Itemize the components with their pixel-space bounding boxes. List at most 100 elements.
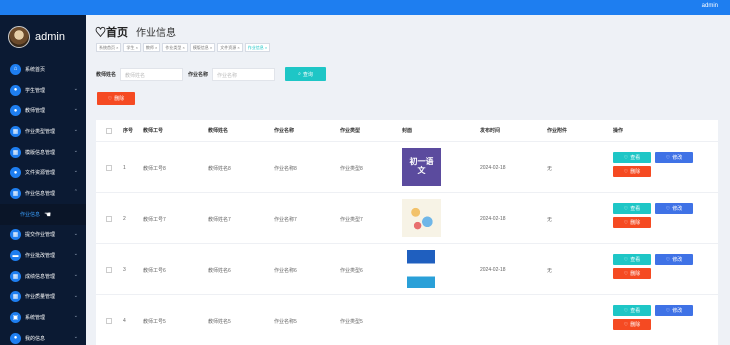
edit-button[interactable]: ♡ 修改 (655, 203, 693, 214)
delete-button[interactable]: ♡ 删除 (613, 217, 651, 228)
table-cell: 教师工号6 (143, 268, 166, 274)
sidebar-item[interactable]: ▦ 提交作业管理 ⌄ (0, 225, 86, 246)
sidebar-item[interactable]: ● 我的信息 ⌄ (0, 328, 86, 345)
sidebar-item[interactable]: ▦ 作业信息管理 ⌃ (0, 183, 86, 204)
view-button[interactable]: ♡ 查看 (613, 254, 651, 265)
edit-icon: ♡ (665, 307, 671, 314)
homework-name-input[interactable]: 作业名称 (212, 67, 276, 81)
brand-name: admin (35, 31, 65, 43)
cover-image[interactable] (402, 199, 441, 237)
sidebar-item[interactable]: ▦ 作业质量管理 ⌄ (0, 287, 86, 308)
sidebar-item[interactable]: ▦ 模版信息管理 ⌄ (0, 142, 86, 163)
select-all-checkbox[interactable] (106, 128, 112, 134)
avatar[interactable] (8, 26, 30, 48)
chevron-down-icon: ⌄ (73, 292, 78, 299)
breadcrumb-tab[interactable]: 系统首页 × (96, 43, 122, 52)
row-actions: ♡ 查看 ♡ 修改 ♡ 删除 (613, 203, 693, 228)
delete-icon: ♡ (107, 95, 113, 102)
row-actions: ♡ 查看 ♡ 修改 ♡ 删除 (613, 152, 693, 177)
table-cell: 作业类型6 (340, 268, 363, 274)
edit-icon: ♡ (665, 256, 671, 263)
grid-icon: ▦ (10, 291, 21, 303)
cover-image[interactable]: 初一语文 (402, 148, 441, 186)
row-actions: ♡ 查看 ♡ 修改 ♡ 删除 (613, 305, 693, 330)
table-cell: 作业名称7 (274, 217, 297, 223)
teacher-name-label: 教师姓名 (96, 71, 117, 78)
sidebar-item-label: 作业批改管理 (25, 253, 56, 260)
sidebar-item[interactable]: ▦ 作业类型管理 ⌄ (0, 121, 86, 142)
delete-button[interactable]: ♡ 删除 (613, 319, 651, 330)
view-button[interactable]: ♡ 查看 (613, 203, 651, 214)
sidebar-item-label: 作业类型管理 (25, 128, 56, 135)
search-button[interactable]: ⌕ 查询 (285, 67, 327, 81)
home-label: 首页 (106, 27, 128, 39)
sidebar-item-label: 系统管理 (25, 315, 46, 322)
sidebar-item[interactable]: ● 教师管理 ⌄ (0, 100, 86, 121)
table-cell: 作业类型7 (340, 217, 363, 223)
user-icon: ● (10, 332, 21, 344)
sidebar-item[interactable]: ▦ 成绩信息管理 ⌄ (0, 266, 86, 287)
sidebar-subitem[interactable]: 作业信息 ☚ (0, 203, 86, 225)
breadcrumb-tab[interactable]: 教师 × (142, 43, 161, 52)
table-cell: 作业名称6 (274, 268, 297, 274)
table-row: 3 教师工号6 教师姓名6 作业名称6 作业类型6 2024-02-18 无 ♡ 查看 ♡ 修改 ♡ 删… (96, 244, 718, 295)
breadcrumb-tab[interactable]: 学生 × (123, 43, 141, 52)
sidebar-item-label: 成绩信息管理 (25, 273, 56, 280)
user-icon: ● (10, 105, 21, 117)
lock-icon: ▣ (10, 312, 21, 324)
chevron-down-icon: ⌄ (73, 230, 78, 237)
column-header: 作业名称 (274, 128, 295, 134)
column-header: 教师工号 (143, 128, 164, 134)
table-cell: 2 (123, 216, 126, 222)
edit-button-label: 修改 (672, 206, 683, 212)
delete-icon: ♡ (623, 270, 629, 277)
sidebar-item-label: 提交作业管理 (25, 232, 56, 239)
batch-delete-button[interactable]: ♡ 删除 (97, 92, 135, 105)
delete-button[interactable]: ♡ 删除 (613, 268, 651, 279)
delete-button[interactable]: ♡ 删除 (613, 166, 651, 177)
page-title: 作业信息 (136, 28, 176, 39)
sidebar-item[interactable]: ● 文件资源管理 ⌄ (0, 162, 86, 183)
chevron-down-icon: ⌄ (73, 147, 78, 154)
chevron-down-icon: ⌄ (73, 127, 78, 134)
home-title[interactable]: ♡首页 (95, 24, 128, 40)
view-button[interactable]: ♡ 查看 (613, 152, 651, 163)
edit-button-label: 修改 (672, 308, 683, 314)
view-icon: ♡ (623, 307, 629, 314)
breadcrumb-tab[interactable]: 作业信息 × (244, 43, 271, 52)
sidebar-item[interactable]: ▣ 系统管理 ⌄ (0, 307, 86, 328)
row-checkbox[interactable] (106, 165, 112, 171)
sidebar-item[interactable]: ● 学生管理 ⌄ (0, 80, 86, 101)
table-cell: 教师姓名5 (208, 319, 231, 325)
view-button[interactable]: ♡ 查看 (613, 305, 651, 316)
edit-button[interactable]: ♡ 修改 (655, 305, 693, 316)
chevron-up-icon: ⌃ (73, 189, 78, 196)
delete-icon: ♡ (623, 168, 629, 175)
sidebar: admin ⌂ 系统首页 ● 学生管理 ⌄ ● 教师管理 ⌄ ▦ 作业类型管理 ⌄ ▦ 模版信息管理 ⌄ ●… (0, 15, 86, 345)
chevron-down-icon: ⌄ (73, 251, 78, 258)
edit-button[interactable]: ♡ 修改 (655, 152, 693, 163)
grid-icon: ▦ (10, 229, 21, 241)
breadcrumb-tab[interactable]: 模版信息 × (189, 43, 216, 52)
top-user-name[interactable]: admin (702, 3, 718, 9)
view-icon: ♡ (623, 154, 629, 161)
sidebar-item[interactable]: ⌂ 系统首页 (0, 59, 86, 80)
breadcrumb-tab[interactable]: 作业类型 × (162, 43, 188, 52)
row-checkbox[interactable] (106, 216, 112, 222)
edit-button[interactable]: ♡ 修改 (655, 254, 693, 265)
grid-icon: ▦ (10, 187, 21, 199)
table-cell: 3 (123, 267, 126, 273)
row-checkbox[interactable] (106, 318, 112, 324)
homework-table: 序号 教师工号 教师姓名 作业名称 作业类型 封面 发布时间 作业附件 操作 1 教师工号8 教师姓名… (96, 120, 718, 345)
view-icon: ♡ (623, 256, 629, 263)
teacher-name-input[interactable]: 教师姓名 (120, 67, 184, 81)
sidebar-item[interactable]: ▬ 作业批改管理 ⌄ (0, 245, 86, 266)
sidebar-item-label: 我的信息 (25, 335, 46, 342)
breadcrumb-tab[interactable]: 文件资源 × (217, 43, 243, 52)
cover-image[interactable] (407, 250, 435, 288)
table-cell: 教师姓名6 (208, 268, 231, 274)
row-checkbox[interactable] (106, 267, 112, 273)
sidebar-item-label: 作业质量管理 (25, 294, 56, 301)
publish-time: 2024-02-18 (480, 165, 506, 171)
column-header: 发布时间 (480, 128, 501, 134)
